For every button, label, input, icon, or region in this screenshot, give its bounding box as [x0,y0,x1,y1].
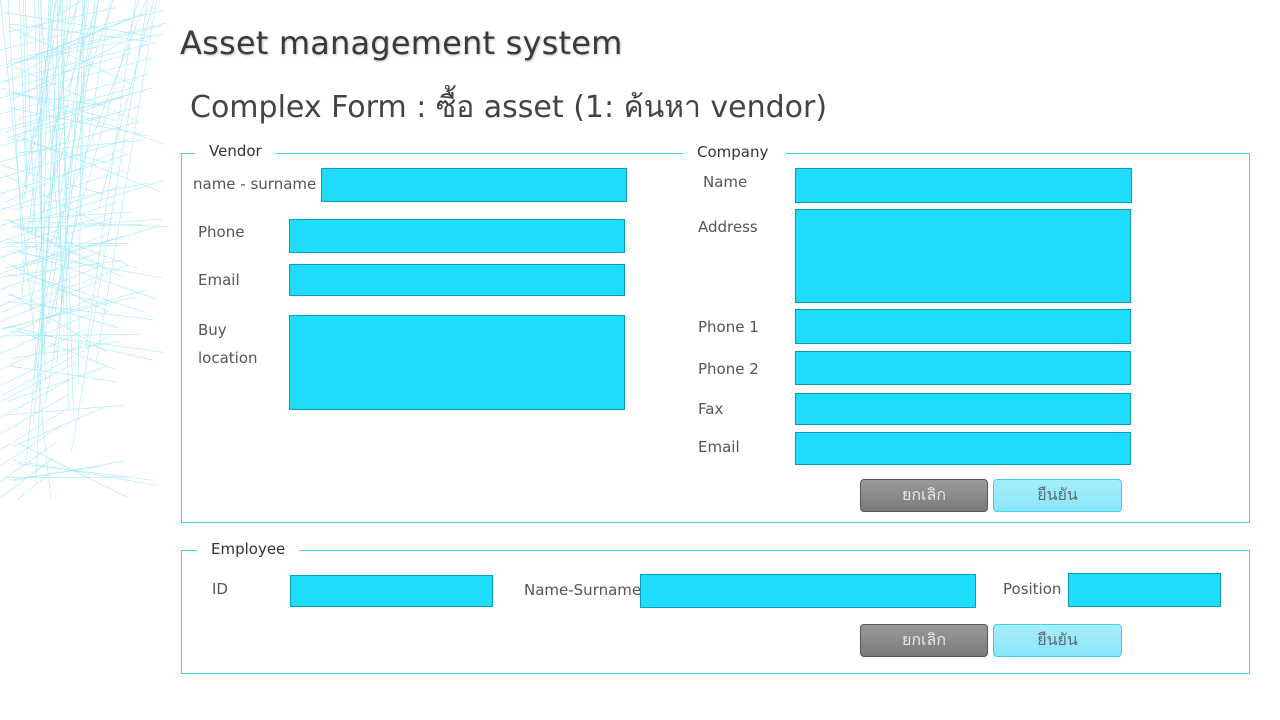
company-phone2-input[interactable] [795,351,1131,385]
company-phone1-input[interactable] [795,309,1131,344]
vendor-name-input[interactable] [321,168,627,202]
vendor-phone-label: Phone [198,223,245,241]
employee-position-input[interactable] [1068,573,1221,607]
company-cancel-button[interactable]: ยกเลิก [860,479,988,512]
wireframe-background-decoration [0,0,169,500]
app-title: Asset management system [180,24,623,62]
vendor-legend: Vendor [195,142,276,160]
employee-legend: Employee [197,540,300,558]
employee-cancel-button[interactable]: ยกเลิก [860,624,988,657]
employee-id-input[interactable] [290,575,493,607]
employee-position-label: Position [1003,580,1062,598]
company-address-label: Address [698,218,758,236]
employee-name-label: Name-Surname [524,581,642,599]
vendor-buy-location-label-line2: location [198,349,258,367]
company-email-input[interactable] [795,432,1131,465]
vendor-phone-input[interactable] [289,219,625,253]
company-name-label: Name [703,173,748,191]
company-phone2-label: Phone 2 [698,360,759,378]
vendor-buy-location-label-line1: Buy [198,321,227,339]
vendor-buy-location-textarea[interactable] [289,315,625,410]
company-confirm-button[interactable]: ยืนยัน [993,479,1122,512]
vendor-email-label: Email [198,271,240,289]
company-address-textarea[interactable] [795,209,1131,303]
company-phone1-label: Phone 1 [698,318,759,336]
employee-confirm-button[interactable]: ยืนยัน [993,624,1122,657]
employee-name-input[interactable] [640,574,976,608]
vendor-name-label: name - surname [193,175,317,193]
company-fax-label: Fax [698,400,724,418]
company-legend: Company [683,143,787,161]
company-email-label: Email [698,438,740,456]
page-title: Complex Form : ซื้อ asset (1: ค้นหา vend… [190,90,828,125]
employee-id-label: ID [212,580,228,598]
company-fax-input[interactable] [795,393,1131,425]
company-name-input[interactable] [795,168,1132,203]
vendor-email-input[interactable] [289,264,625,296]
